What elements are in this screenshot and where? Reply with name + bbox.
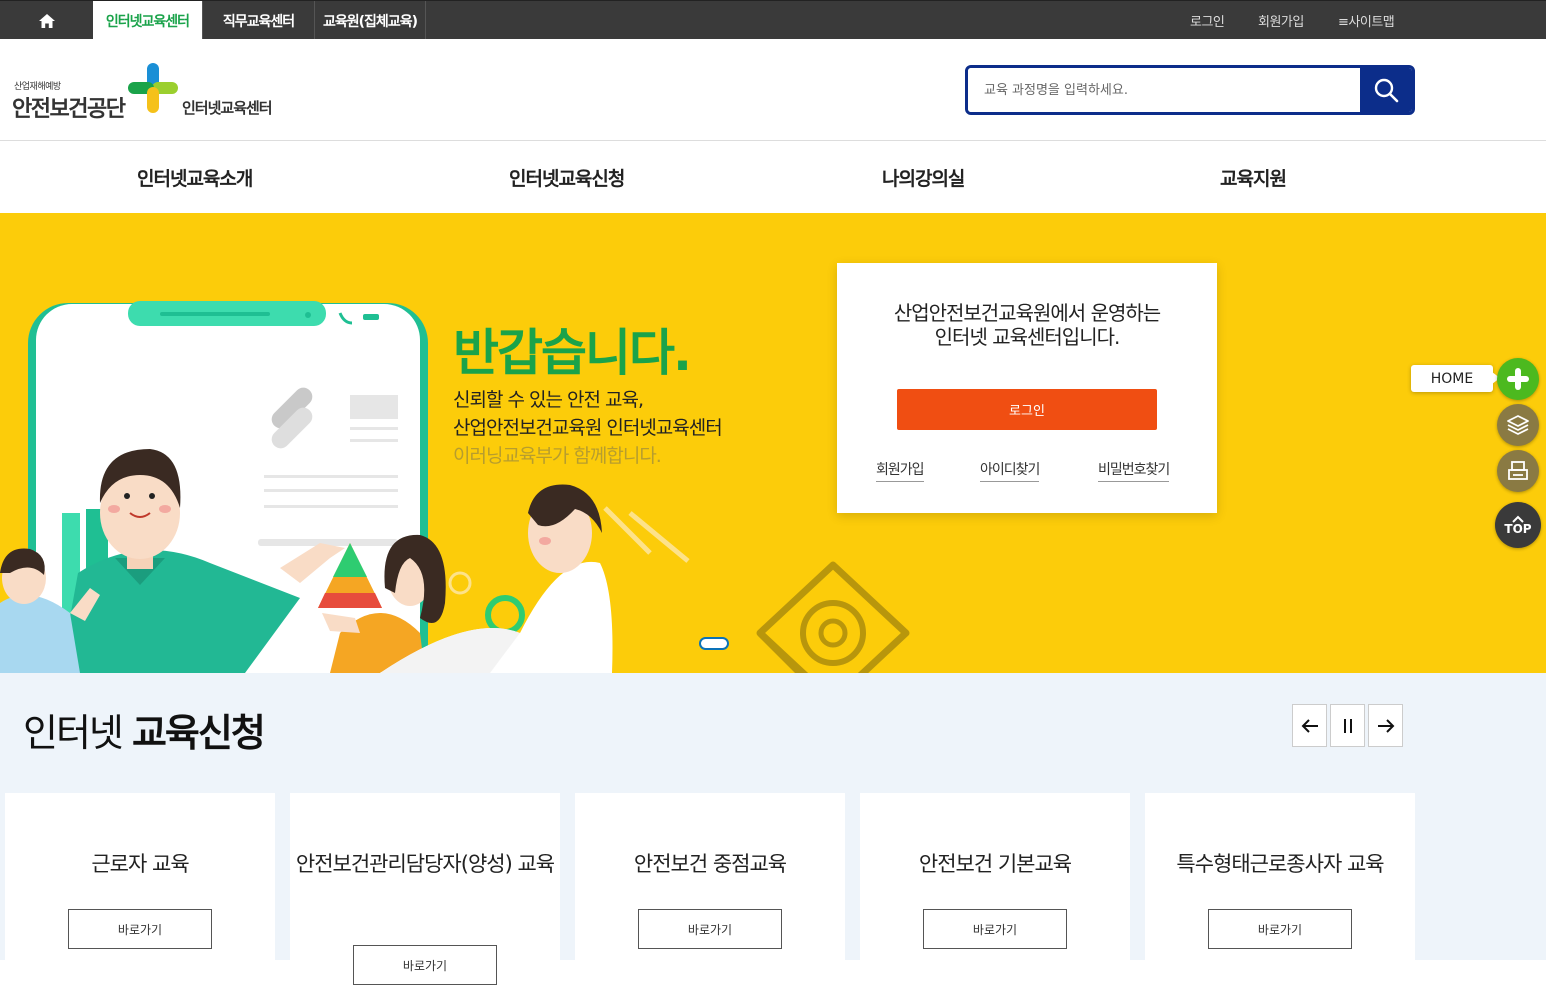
quick-home-label[interactable]: HOME bbox=[1411, 365, 1493, 392]
quick-top-button[interactable]: TOP bbox=[1495, 502, 1541, 548]
search-input[interactable] bbox=[968, 68, 1363, 112]
hero-title: 반갑습니다. bbox=[453, 324, 692, 382]
course-card: 안전보건 기본교육 바로가기 bbox=[860, 793, 1130, 973]
find-id-link[interactable]: 아이디찾기 bbox=[980, 459, 1040, 482]
quick-print-button[interactable] bbox=[1497, 450, 1539, 492]
quick-layers-button[interactable] bbox=[1497, 404, 1539, 446]
tab-job-center[interactable]: 직무교육센터 bbox=[203, 1, 315, 40]
hero-illustration bbox=[0, 301, 910, 673]
next-button[interactable] bbox=[1368, 704, 1403, 747]
hero-line-1: 신뢰할 수 있는 안전 교육, bbox=[453, 389, 644, 411]
search-icon bbox=[1374, 78, 1399, 103]
logo-main-text[interactable]: 안전보건공단 bbox=[12, 91, 126, 123]
login-box: 산업안전보건교육원에서 운영하는 인터넷 교육센터입니다. 로그인 회원가입 아… bbox=[837, 263, 1217, 513]
nav-item-support[interactable]: 교육지원 bbox=[1220, 141, 1287, 213]
pause-button[interactable] bbox=[1330, 704, 1365, 747]
home-icon bbox=[38, 13, 55, 28]
course-card-button[interactable]: 바로가기 bbox=[68, 909, 212, 949]
top-bar: 인터넷교육센터 직무교육센터 교육원(집체교육) 로그인 회원가입 ≡사이트맵 bbox=[0, 0, 1546, 40]
main-nav: 인터넷교육소개 인터넷교육신청 나의강의실 교육지원 bbox=[0, 141, 1546, 213]
top-label: TOP bbox=[1504, 522, 1532, 536]
signup-link[interactable]: 회원가입 bbox=[876, 459, 925, 482]
logo-sub-text: 인터넷교육센터 bbox=[182, 99, 273, 117]
section-title-light: 인터넷 bbox=[23, 711, 132, 755]
arrow-right-icon bbox=[1377, 718, 1394, 733]
course-card-title: 근로자 교육 bbox=[91, 852, 189, 876]
hero-line-2: 산업안전보건교육원 인터넷교육센터 bbox=[453, 417, 723, 439]
clover-icon bbox=[1507, 368, 1529, 390]
util-sitemap-link[interactable]: ≡사이트맵 bbox=[1338, 1, 1395, 40]
course-card-button[interactable]: 바로가기 bbox=[353, 945, 497, 985]
course-card-button[interactable]: 바로가기 bbox=[923, 909, 1067, 949]
nav-item-intro[interactable]: 인터넷교육소개 bbox=[137, 141, 253, 213]
home-link[interactable] bbox=[0, 1, 93, 40]
site-header: 산업재해예방 안전보건공단 인터넷교육센터 bbox=[0, 39, 1546, 141]
course-card-title: 안전보건 중점교육 bbox=[633, 852, 787, 876]
find-password-link[interactable]: 비밀번호찾기 bbox=[1098, 459, 1170, 482]
course-card-button[interactable]: 바로가기 bbox=[638, 909, 782, 949]
quick-home-button[interactable] bbox=[1497, 358, 1539, 400]
course-card: 안전보건관리담당자(양성) 교육 바로가기 bbox=[290, 793, 560, 985]
prev-button[interactable] bbox=[1292, 704, 1327, 747]
layers-icon bbox=[1507, 415, 1529, 435]
course-card-title: 안전보건 기본교육 bbox=[918, 852, 1072, 876]
nav-item-apply[interactable]: 인터넷교육신청 bbox=[509, 141, 625, 213]
util-signup-link[interactable]: 회원가입 bbox=[1258, 1, 1304, 40]
course-card-title: 안전보건관리담당자(양성) 교육 bbox=[295, 852, 555, 876]
apply-section: 인터넷 교육신청 근로자 교육 바로가기 안전보건관리담당자(양성) 교육 바로… bbox=[0, 673, 1546, 985]
arrow-left-icon bbox=[1301, 718, 1318, 733]
course-card: 특수형태근로종사자 교육 바로가기 bbox=[1145, 793, 1415, 973]
login-button[interactable]: 로그인 bbox=[897, 389, 1157, 430]
search-button[interactable] bbox=[1360, 68, 1412, 112]
section-title-bold: 교육신청 bbox=[131, 711, 266, 755]
course-card: 안전보건 중점교육 바로가기 bbox=[575, 793, 845, 973]
search-box bbox=[965, 65, 1415, 115]
tab-internet-center[interactable]: 인터넷교육센터 bbox=[93, 1, 203, 40]
logo-mark-icon[interactable] bbox=[128, 63, 178, 117]
slide-indicator[interactable] bbox=[699, 637, 729, 650]
tab-training-institute[interactable]: 교육원(집체교육) bbox=[315, 1, 426, 40]
section-title: 인터넷 교육신청 bbox=[23, 702, 266, 757]
course-card-title: 특수형태근로종사자 교육 bbox=[1176, 852, 1384, 876]
login-box-text-2: 인터넷 교육센터입니다. bbox=[934, 325, 1121, 349]
nav-item-my-classroom[interactable]: 나의강의실 bbox=[882, 141, 965, 213]
hero-banner: 반갑습니다. 신뢰할 수 있는 안전 교육, 산업안전보건교육원 인터넷교육센터… bbox=[0, 213, 1546, 673]
course-card: 근로자 교육 바로가기 bbox=[5, 793, 275, 973]
util-login-link[interactable]: 로그인 bbox=[1190, 1, 1225, 40]
hero-line-3: 이러닝교육부가 함께합니다. bbox=[453, 445, 662, 467]
printer-icon bbox=[1508, 461, 1528, 480]
course-card-button[interactable]: 바로가기 bbox=[1208, 909, 1352, 949]
pause-icon bbox=[1343, 718, 1352, 733]
